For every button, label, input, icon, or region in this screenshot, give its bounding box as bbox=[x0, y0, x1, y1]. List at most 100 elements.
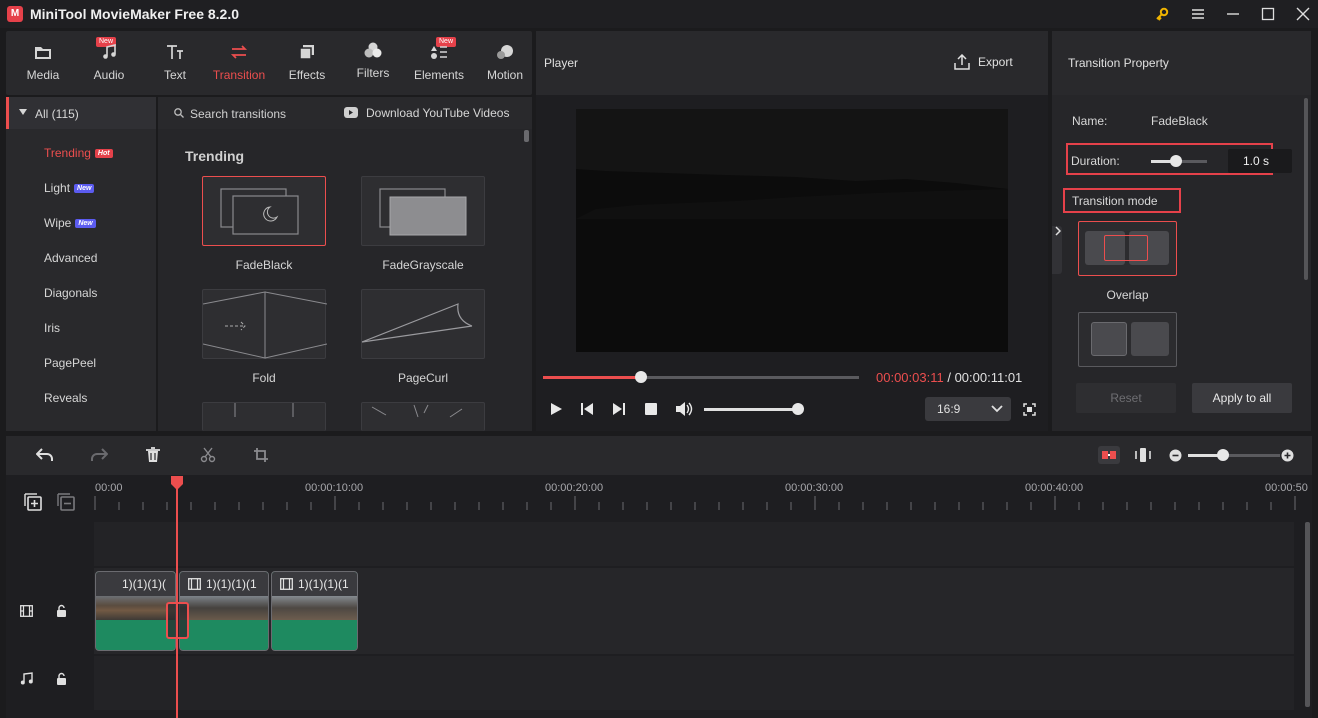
mode-overlap-label: Overlap bbox=[1106, 288, 1149, 302]
clip-audio-wave bbox=[96, 620, 175, 650]
aspect-ratio-select[interactable]: 16:9 bbox=[925, 397, 1011, 421]
film-icon bbox=[188, 578, 201, 590]
volume-handle[interactable] bbox=[792, 403, 804, 415]
category-all[interactable]: All (115) bbox=[6, 97, 156, 129]
property-scrollbar[interactable] bbox=[1304, 98, 1308, 280]
volume-slider[interactable] bbox=[704, 403, 804, 415]
toolbar-text[interactable]: Text bbox=[142, 31, 208, 95]
video-preview[interactable] bbox=[576, 109, 1008, 352]
lock-icon[interactable] bbox=[56, 672, 67, 685]
transition-thumbnail-partial[interactable] bbox=[361, 402, 485, 431]
ruler-label: 00:00:20:00 bbox=[545, 482, 604, 494]
category-reveals[interactable]: Reveals bbox=[44, 391, 87, 405]
player-title: Player bbox=[544, 56, 579, 70]
toolbar-effects[interactable]: Effects bbox=[274, 31, 340, 95]
zoom-handle[interactable] bbox=[1216, 449, 1229, 461]
reset-button[interactable]: Reset bbox=[1076, 383, 1176, 413]
split-icon[interactable] bbox=[200, 447, 216, 463]
category-iris[interactable]: Iris bbox=[44, 321, 60, 335]
empty-track bbox=[94, 522, 1294, 566]
stop-icon[interactable] bbox=[645, 403, 657, 415]
fit-timeline-icon[interactable] bbox=[1135, 447, 1151, 463]
minimize-icon[interactable] bbox=[1218, 3, 1248, 25]
volume-icon[interactable] bbox=[675, 401, 693, 417]
category-trending[interactable]: Trending Hot bbox=[44, 146, 113, 160]
previous-frame-icon[interactable] bbox=[580, 402, 594, 416]
crop-icon[interactable] bbox=[253, 447, 269, 463]
close-icon[interactable] bbox=[1288, 3, 1318, 25]
toolbar-media[interactable]: Media bbox=[10, 31, 76, 95]
mode-option-2[interactable] bbox=[1078, 312, 1177, 367]
clip-audio-wave bbox=[180, 620, 268, 650]
download-youtube-link[interactable]: Download YouTube Videos bbox=[366, 106, 509, 120]
transition-thumbnail-partial[interactable] bbox=[202, 402, 326, 431]
toolbar-filters[interactable]: Filters bbox=[340, 31, 406, 95]
playhead-handle[interactable] bbox=[171, 476, 183, 490]
category-diagonals[interactable]: Diagonals bbox=[44, 286, 97, 300]
redo-icon[interactable] bbox=[90, 447, 108, 463]
transition-label: FadeBlack bbox=[235, 258, 293, 272]
toolbar-audio[interactable]: New Audio bbox=[76, 31, 142, 95]
transition-label: Fold bbox=[252, 371, 276, 385]
category-advanced[interactable]: Advanced bbox=[44, 251, 97, 265]
transition-fold[interactable] bbox=[202, 289, 327, 359]
next-frame-icon[interactable] bbox=[612, 402, 626, 416]
new-badge: New bbox=[75, 219, 96, 228]
youtube-icon bbox=[344, 107, 358, 118]
transition-pagecurl[interactable] bbox=[361, 289, 485, 359]
clip-thumbnail bbox=[272, 596, 357, 620]
music-note-icon bbox=[20, 672, 33, 685]
progress-handle[interactable] bbox=[634, 371, 647, 383]
category-light[interactable]: Light New bbox=[44, 181, 95, 195]
category-pagepeel[interactable]: PagePeel bbox=[44, 356, 96, 370]
category-sidebar: All (115) Trending Hot Light New Wipe New A… bbox=[6, 97, 156, 431]
duration-input[interactable]: 1.0 s bbox=[1228, 149, 1292, 173]
zoom-out-icon[interactable] bbox=[1169, 449, 1182, 462]
property-title: Transition Property bbox=[1068, 56, 1169, 70]
chevron-down-icon bbox=[991, 405, 1003, 413]
window-title: MiniTool MovieMaker Free 8.2.0 bbox=[30, 6, 240, 22]
delete-icon[interactable] bbox=[145, 447, 161, 463]
clip-thumbnail bbox=[180, 596, 268, 620]
name-value: FadeBlack bbox=[1151, 114, 1208, 128]
section-title: Trending bbox=[185, 148, 245, 164]
toolbar-transition[interactable]: Transition bbox=[206, 31, 272, 95]
playback-progress[interactable] bbox=[543, 371, 859, 383]
grid-scrollbar[interactable] bbox=[524, 130, 529, 142]
video-clip[interactable]: 1)(1)(1)( bbox=[95, 571, 176, 651]
playhead[interactable] bbox=[176, 476, 178, 718]
toolbar-motion[interactable]: Motion bbox=[472, 31, 538, 95]
transition-fadeblack[interactable] bbox=[202, 176, 326, 246]
video-clip[interactable]: 1)(1)(1)(1 bbox=[179, 571, 269, 651]
effects-icon bbox=[298, 44, 316, 60]
caret-down-icon bbox=[19, 109, 27, 115]
zoom-in-icon[interactable] bbox=[1281, 449, 1294, 462]
export-button[interactable]: Export bbox=[952, 53, 1032, 73]
player-panel: Player Export 00:00:03:11 / 00:00:11:01 … bbox=[536, 31, 1048, 431]
duration-label: Duration: bbox=[1071, 154, 1120, 168]
video-clip[interactable]: 1)(1)(1)(1 bbox=[271, 571, 358, 651]
maximize-icon[interactable] bbox=[1253, 3, 1283, 25]
menu-icon[interactable] bbox=[1183, 3, 1213, 25]
transition-fadegrayscale[interactable] bbox=[361, 176, 485, 246]
apply-to-all-button[interactable]: Apply to all bbox=[1192, 383, 1292, 413]
duration-slider[interactable] bbox=[1151, 155, 1207, 167]
play-icon[interactable] bbox=[549, 402, 563, 416]
fullscreen-icon[interactable] bbox=[1023, 403, 1036, 416]
search-input[interactable]: Search transitions bbox=[190, 107, 286, 121]
category-wipe[interactable]: Wipe New bbox=[44, 216, 96, 230]
remove-track-icon[interactable] bbox=[57, 493, 75, 511]
timeline-scrollbar[interactable] bbox=[1305, 522, 1310, 707]
volume-fill bbox=[704, 408, 798, 411]
undo-icon[interactable] bbox=[36, 447, 54, 463]
lock-icon[interactable] bbox=[56, 604, 67, 617]
zoom-slider[interactable] bbox=[1188, 449, 1280, 461]
toolbar-elements[interactable]: New Elements bbox=[406, 31, 472, 95]
transitions-panel: Search transitions Download YouTube Vide… bbox=[158, 97, 532, 431]
film-icon bbox=[20, 605, 33, 617]
key-icon[interactable] bbox=[1147, 3, 1177, 25]
music-icon bbox=[101, 44, 117, 60]
ruler-label: 00:00 bbox=[95, 482, 123, 494]
mode-overlap[interactable] bbox=[1078, 221, 1177, 276]
add-track-icon[interactable] bbox=[24, 493, 42, 511]
